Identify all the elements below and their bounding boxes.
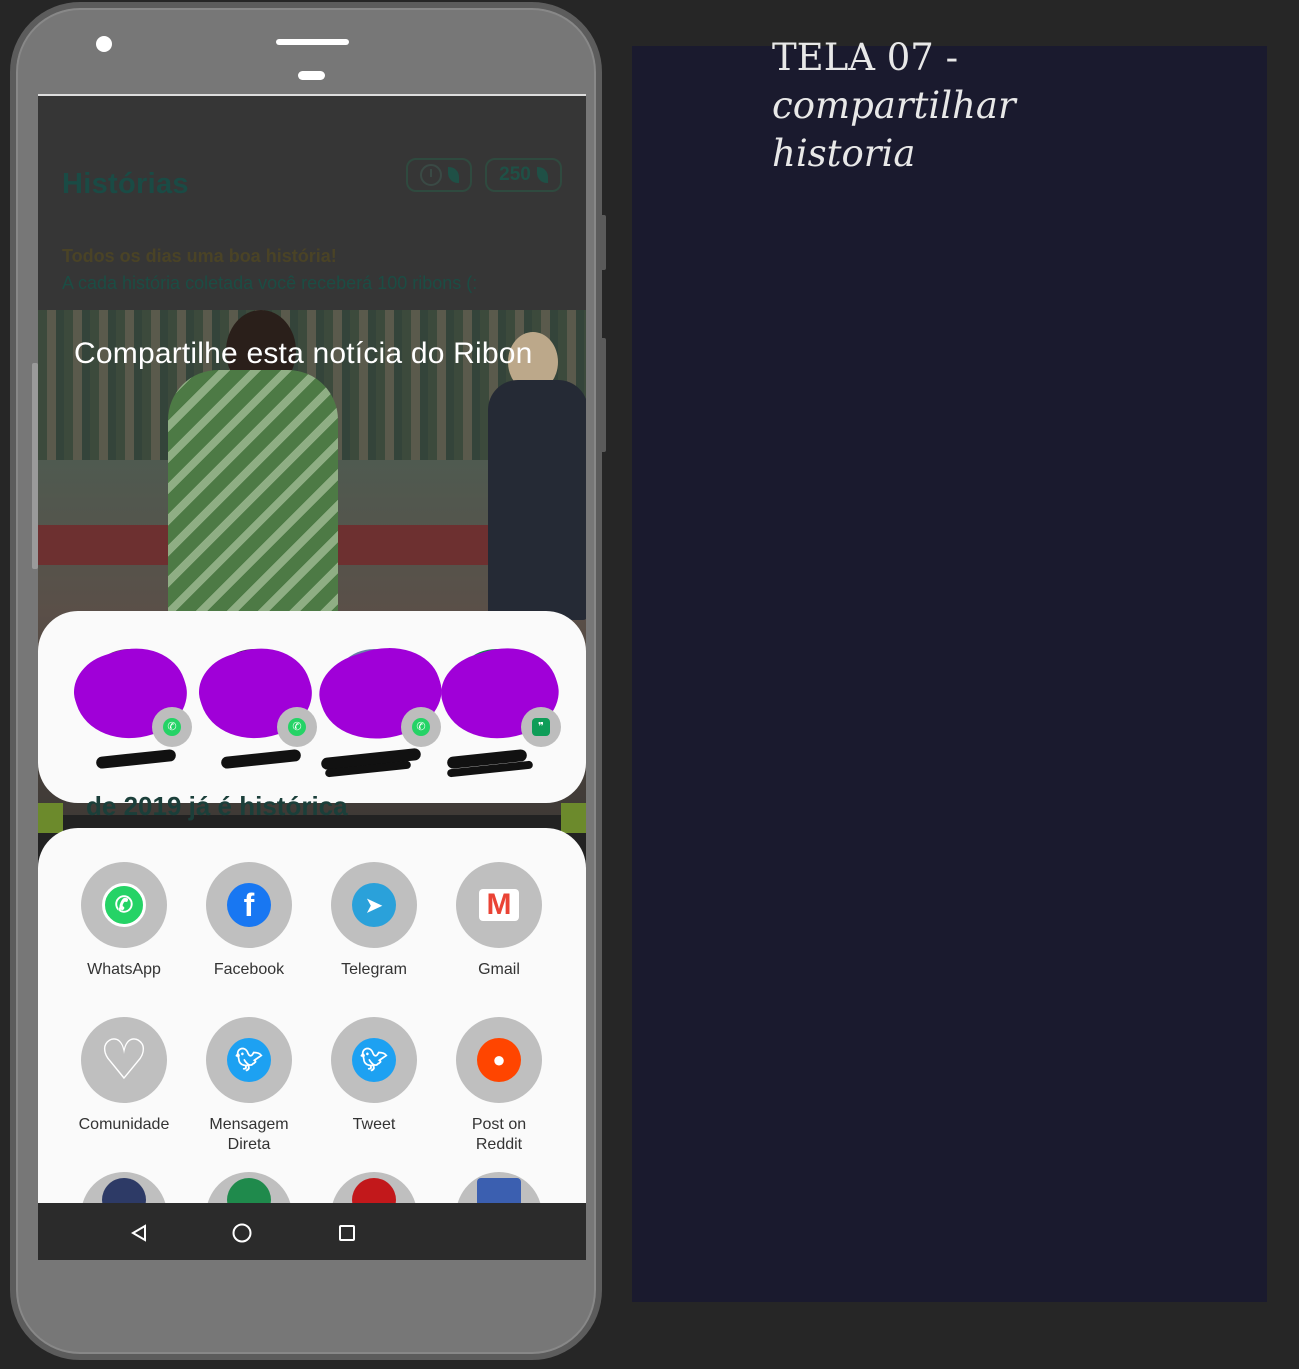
heart-icon: ♡ (98, 1028, 150, 1091)
annotation-line-2: compartilhar (772, 84, 1016, 127)
ribons-counter[interactable]: 250 (485, 158, 562, 192)
left-edge-panel (32, 363, 38, 569)
share-target-circle: 🐦︎ (331, 1017, 417, 1103)
whatsapp-icon: ✆ (277, 707, 317, 747)
back-icon (131, 1224, 146, 1242)
timer-pill[interactable] (406, 158, 472, 192)
share-target-label: WhatsApp (87, 961, 161, 978)
whatsapp-icon: ✆ (152, 707, 192, 747)
share-target-gmail[interactable]: M Gmail (444, 862, 554, 980)
photo-player-green (168, 370, 338, 620)
power-button (600, 338, 606, 452)
clock-icon (419, 164, 442, 186)
whatsapp-icon: ✆ (102, 883, 146, 927)
twitter-icon: 🐦︎ (227, 1038, 271, 1082)
share-target-facebook[interactable]: f Facebook (194, 862, 304, 980)
share-target-label: Mensagem Direta (209, 1116, 289, 1153)
telegram-icon: ➤ (352, 883, 396, 927)
leaf-icon (536, 167, 548, 183)
facebook-icon: f (227, 883, 271, 927)
share-target-circle: ● (456, 1017, 542, 1103)
reward-info-text: A cada história coletada você receberá 1… (62, 273, 478, 293)
story-headline-fragment: de 2019 já é histórica (86, 791, 348, 821)
front-camera (96, 36, 112, 52)
direct-share-contact[interactable]: ✆ (64, 634, 198, 774)
recents-button[interactable] (336, 1222, 358, 1244)
leaf-icon (447, 167, 459, 183)
home-icon (232, 1223, 252, 1243)
share-app-grid: ✆ WhatsApp f Facebook ➤ Telegram M Gmail… (38, 828, 586, 1248)
annotation-line-1: TELA 07 - (772, 36, 959, 79)
volume-button (600, 215, 606, 270)
gmail-icon: M (479, 888, 519, 921)
screen-annotation-title: TELA 07 - compartilhar historia (772, 34, 1016, 178)
share-target-telegram[interactable]: ➤ Telegram (319, 862, 429, 980)
hangouts-icon: ❞ (521, 707, 561, 747)
ribons-count: 250 (499, 164, 531, 185)
annotation-line-3: historia (772, 132, 916, 175)
direct-share-contact[interactable]: ❞ (431, 633, 570, 778)
share-target-circle: M (456, 862, 542, 948)
share-target-label: Gmail (478, 961, 520, 978)
share-target-tweet[interactable]: 🐦︎ Tweet (319, 1017, 429, 1135)
direct-share-row: ✆ ✆ ✆ ❞ (38, 611, 586, 803)
story-card-edge (38, 803, 63, 833)
share-target-comunidade[interactable]: ♡ Comunidade (69, 1017, 179, 1135)
share-target-circle: ✆ (81, 862, 167, 948)
share-target-label: Post on Reddit (471, 1116, 527, 1153)
direct-share-contact[interactable]: ✆ (189, 634, 323, 774)
share-target-mensagem-direta[interactable]: 🐦︎ Mensagem Direta (194, 1017, 304, 1155)
photo-player-dark (488, 380, 586, 620)
share-target-label: Tweet (352, 1116, 396, 1133)
share-target-label: Telegram (341, 961, 407, 978)
phone-screen: Histórias 250 Todos os dias uma boa hist… (38, 94, 586, 1260)
share-target-circle: ➤ (331, 862, 417, 948)
share-target-label: Facebook (213, 961, 285, 978)
share-sheet-title: Compartilhe esta notícia do Ribon (74, 337, 533, 370)
twitter-icon: 🐦︎ (352, 1038, 396, 1082)
reddit-icon: ● (477, 1038, 521, 1082)
app-header: Histórias 250 Todos os dias uma boa hist… (38, 96, 586, 310)
annotation-panel (632, 46, 1267, 1302)
share-target-circle: ♡ (81, 1017, 167, 1103)
recents-icon (339, 1225, 355, 1241)
whatsapp-icon: ✆ (401, 707, 441, 747)
home-button[interactable] (231, 1222, 253, 1244)
share-target-reddit[interactable]: ● Post on Reddit (444, 1017, 554, 1155)
share-target-circle: f (206, 862, 292, 948)
story-card-edge (561, 803, 586, 833)
redacted-name (220, 748, 302, 770)
page: Histórias 250 Todos os dias uma boa hist… (0, 0, 1299, 1369)
back-button[interactable] (128, 1222, 150, 1244)
proximity-sensor (298, 71, 325, 80)
page-title: Histórias (62, 168, 189, 200)
redacted-name (95, 748, 177, 770)
share-target-whatsapp[interactable]: ✆ WhatsApp (69, 862, 179, 980)
system-navigation-bar (38, 1203, 586, 1260)
direct-share-contact[interactable]: ✆ (310, 632, 452, 778)
share-target-circle: 🐦︎ (206, 1017, 292, 1103)
earpiece-speaker (276, 39, 349, 45)
share-target-label: Comunidade (78, 1116, 170, 1133)
daily-story-text: Todos os dias uma boa história! (62, 246, 337, 266)
phone-frame: Histórias 250 Todos os dias uma boa hist… (10, 2, 602, 1360)
